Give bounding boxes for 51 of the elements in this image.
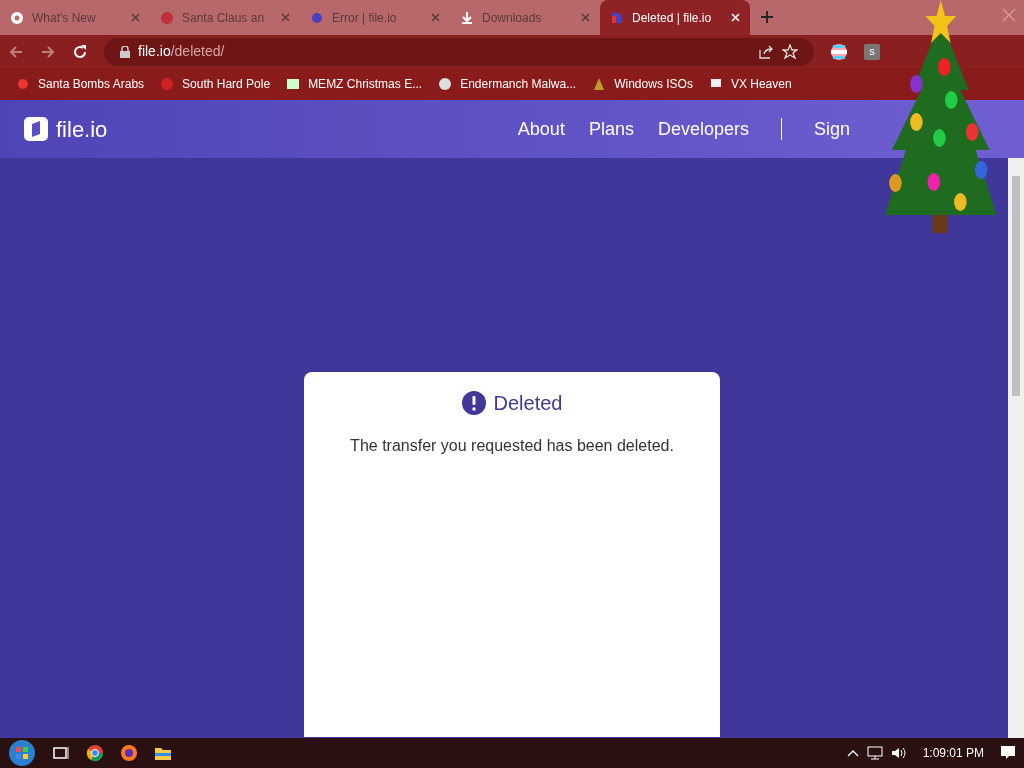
- task-view-icon[interactable]: [52, 745, 70, 761]
- logo-icon: [24, 117, 48, 141]
- bookmark[interactable]: South Hard Pole: [160, 75, 271, 93]
- address-bar[interactable]: file.io/deleted/: [104, 37, 814, 66]
- alert-icon: [461, 391, 486, 415]
- folder-icon[interactable]: [154, 745, 172, 761]
- url-text: file.io/deleted/: [138, 42, 226, 61]
- reload-icon[interactable]: [72, 43, 88, 60]
- logo-link[interactable]: file.io: [24, 112, 108, 146]
- close-icon: [581, 13, 590, 22]
- network-icon[interactable]: [866, 746, 883, 760]
- bookmark-icon: [438, 77, 453, 91]
- bookmark[interactable]: Windows ISOs: [592, 75, 693, 93]
- back-icon[interactable]: [8, 43, 24, 60]
- chevron-up-icon[interactable]: [846, 748, 859, 758]
- forward-icon[interactable]: [40, 43, 56, 60]
- close-icon: [281, 13, 290, 22]
- circle-icon: [310, 10, 324, 25]
- bookmark-icon: [16, 77, 30, 91]
- card-title: Deleted: [493, 391, 563, 416]
- scrollbar[interactable]: [1008, 158, 1024, 738]
- nav-link[interactable]: Sign: [813, 115, 850, 143]
- close-icon: [131, 13, 140, 22]
- bookmark-icon: [286, 77, 301, 91]
- browser-icon[interactable]: [86, 744, 104, 762]
- start-icon[interactable]: [8, 739, 36, 767]
- star-icon[interactable]: [782, 43, 798, 60]
- close-icon: [731, 13, 740, 22]
- flag-icon[interactable]: [830, 42, 848, 61]
- bookmark[interactable]: Endermanch Malwa...: [438, 75, 577, 93]
- close-icon: [431, 13, 440, 22]
- card-message: The transfer you requested has been deleted.: [349, 436, 675, 456]
- browser-icon: [10, 10, 24, 25]
- nav-link[interactable]: Plans: [588, 115, 634, 143]
- bookmark-icon: [160, 77, 175, 91]
- clock-text[interactable]: 1:09:01 PM: [922, 744, 984, 762]
- lock-icon: [120, 45, 130, 58]
- new-tab-icon[interactable]: [760, 10, 774, 24]
- nav-link[interactable]: About: [517, 115, 565, 143]
- bookmark[interactable]: VX Heaven: [708, 75, 792, 93]
- download-icon: [460, 10, 474, 25]
- bookmark[interactable]: Santa Bombs Arabs: [16, 75, 145, 93]
- share-icon[interactable]: [758, 43, 774, 60]
- notification-icon[interactable]: [1000, 745, 1016, 761]
- bookmark[interactable]: MEMZ Christmas E...: [286, 75, 423, 93]
- document-icon: [610, 10, 624, 25]
- bookmark-icon: [592, 77, 607, 91]
- nav-link[interactable]: Developers: [657, 115, 749, 143]
- browser-tab[interactable]: Deleted | file.io: [600, 0, 750, 35]
- volume-icon[interactable]: [890, 746, 907, 760]
- extension-button[interactable]: s: [864, 43, 880, 60]
